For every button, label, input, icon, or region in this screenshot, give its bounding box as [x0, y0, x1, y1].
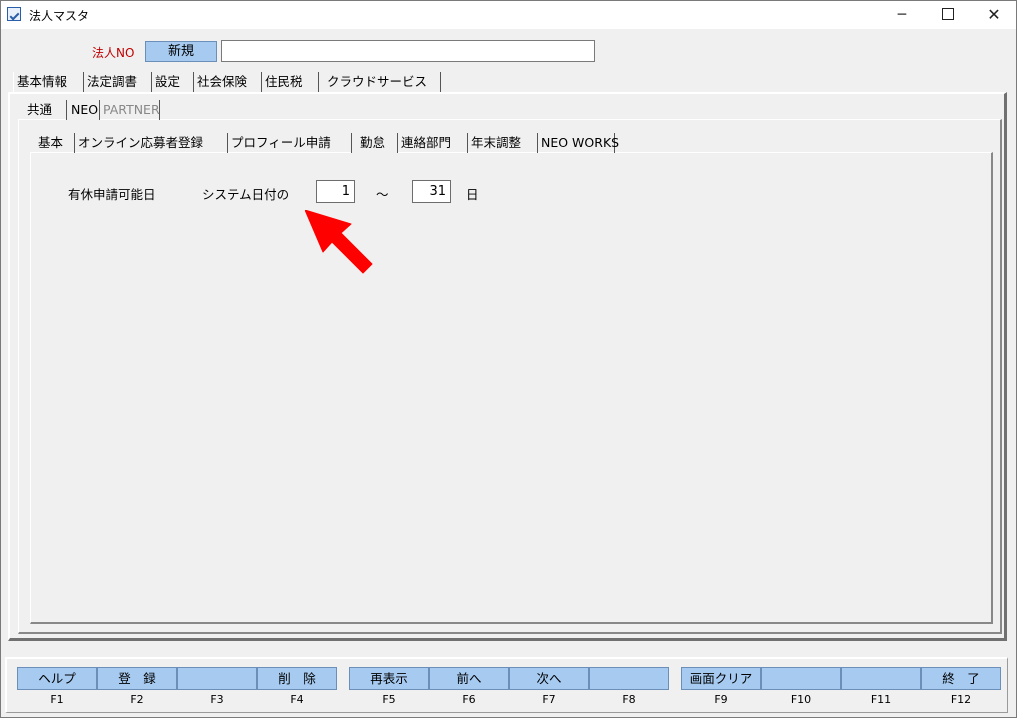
next-button[interactable]: 次へ — [509, 667, 589, 690]
f11-button[interactable] — [841, 667, 921, 690]
register-button[interactable]: 登 録 — [97, 667, 177, 690]
tab-legal-report[interactable]: 法定調書 — [84, 72, 152, 92]
from-day-input[interactable]: 1 — [316, 180, 355, 203]
main-tabs: 基本情報 法定調書 設定 社会保険 住民税 クラウドサービス — [13, 72, 441, 92]
hojin-no-new-button[interactable]: 新規 — [145, 41, 217, 62]
tilde-label: ～ — [376, 187, 389, 202]
neo-tab-panel — [30, 152, 993, 624]
clear-screen-button[interactable]: 画面クリア — [681, 667, 761, 690]
tab-basic-info[interactable]: 基本情報 — [13, 72, 84, 92]
red-arrow-annotation — [305, 210, 373, 274]
tab-resident-tax[interactable]: 住民税 — [262, 72, 319, 92]
tab-social-insurance[interactable]: 社会保険 — [194, 72, 262, 92]
fkey-label: F1 — [50, 693, 64, 706]
refresh-button[interactable]: 再表示 — [349, 667, 429, 690]
fkey-label: F10 — [790, 693, 812, 706]
day-unit-label: 日 — [466, 187, 479, 202]
fkey-label: F5 — [382, 693, 396, 706]
f8-button[interactable] — [589, 667, 669, 690]
system-date-label: システム日付の — [202, 187, 290, 202]
fkey-label: F6 — [462, 693, 476, 706]
exit-button[interactable]: 終 了 — [921, 667, 1001, 690]
fkey-label: F7 — [542, 693, 556, 706]
fkey-label: F11 — [870, 693, 892, 706]
minimize-button[interactable]: ─ — [879, 1, 925, 29]
paid-leave-label: 有休申請可能日 — [68, 187, 156, 202]
neo-tabs: 基本 オンライン応募者登録 プロフィール申請 勤怠 連絡部門 年末調整 NEO … — [35, 133, 619, 153]
to-day-input[interactable]: 31 — [412, 180, 451, 203]
maximize-button[interactable] — [925, 1, 971, 29]
tab-settings[interactable]: 設定 — [152, 72, 194, 92]
window-title: 法人マスタ — [29, 9, 90, 23]
tab-profile-request[interactable]: プロフィール申請 — [228, 133, 352, 153]
close-button[interactable]: ✕ — [971, 1, 1017, 29]
sub-tabs: 共通 NEO PARTNER — [22, 100, 160, 120]
tab-neo-works[interactable]: NEO WORKS — [538, 133, 619, 153]
tab-partner[interactable]: PARTNER — [100, 100, 160, 120]
delete-button[interactable]: 削 除 — [257, 667, 337, 690]
fkey-label: F12 — [950, 693, 972, 706]
tab-neo-basic[interactable]: 基本 — [35, 133, 75, 153]
tab-online-applicant[interactable]: オンライン応募者登録 — [75, 133, 228, 153]
tab-year-end-adjustment[interactable]: 年末調整 — [468, 133, 538, 153]
maximize-icon — [942, 7, 954, 20]
fkey-label: F9 — [714, 693, 728, 706]
tab-common[interactable]: 共通 — [22, 100, 67, 120]
prev-button[interactable]: 前へ — [429, 667, 509, 690]
tab-neo[interactable]: NEO — [67, 100, 100, 120]
app-icon — [7, 7, 21, 21]
fkey-label: F4 — [290, 693, 304, 706]
fkey-label: F2 — [130, 693, 144, 706]
fkey-label: F3 — [210, 693, 224, 706]
tab-attendance[interactable]: 勤怠 — [352, 133, 398, 153]
help-button[interactable]: ヘルプ — [17, 667, 97, 690]
f10-button[interactable] — [761, 667, 841, 690]
hojin-no-label: 法人NO — [92, 46, 135, 60]
tab-contact-department[interactable]: 連絡部門 — [398, 133, 468, 153]
title-bar: 法人マスタ ─ ✕ — [1, 1, 1016, 29]
fkey-label: F8 — [622, 693, 636, 706]
f3-button[interactable] — [177, 667, 257, 690]
hojin-name-input[interactable] — [221, 40, 595, 62]
tab-cloud-service[interactable]: クラウドサービス — [319, 72, 441, 92]
